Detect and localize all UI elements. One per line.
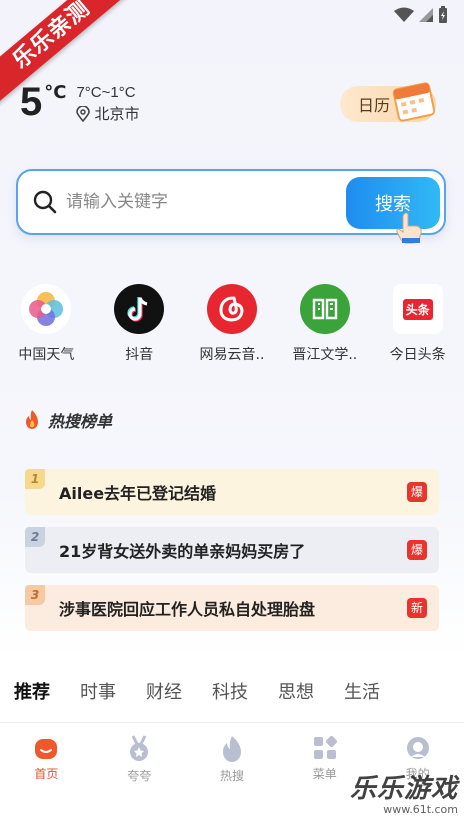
app-jinjiang[interactable]: 晋江文学.. [278,284,371,364]
nav-label: 夸夸 [127,769,152,783]
site-watermark: 乐乐游戏 www.61t.com [350,768,458,816]
search-input[interactable] [66,183,336,221]
signal-icon [419,8,433,22]
tab-finance[interactable]: 财经 [146,678,182,704]
home-icon [35,739,58,759]
battery-icon [439,6,447,23]
weather-widget[interactable]: 5 °C 7°C~1°C 北京市 [20,80,139,124]
hot-search-item[interactable]: 1 Ailee去年已登记结婚 爆 [25,469,439,515]
hot-search-title: 热搜榜单 [48,412,113,431]
hot-tag: 新 [407,598,427,618]
watermark-text: 乐乐游戏 [349,774,458,804]
rank-badge: 1 [25,469,45,489]
tab-technology[interactable]: 科技 [212,678,248,704]
toutiao-badge: 头条 [402,298,433,320]
nav-label: 菜单 [312,767,337,781]
temperature-unit: °C [44,82,67,103]
app-label: 中国天气 [18,347,75,363]
calendar-label: 日历 [358,96,391,115]
nav-hot-search[interactable]: 热搜 [186,723,279,824]
calendar-icon [392,82,436,122]
douyin-icon [114,284,165,334]
profile-icon [406,737,429,759]
tab-thought[interactable]: 思想 [278,678,314,704]
rank-badge: 2 [25,527,45,547]
tab-current-affairs[interactable]: 时事 [80,678,116,704]
nav-home[interactable]: 首页 [0,723,93,824]
nav-label: 热搜 [219,769,244,783]
china-weather-icon [21,284,72,334]
nav-label: 首页 [34,767,59,781]
app-china-weather[interactable]: 中国天气 [0,284,93,364]
app-label: 抖音 [125,347,154,363]
netease-music-icon [206,284,257,334]
hot-search-header: 热搜榜单 [22,408,112,432]
wifi-icon [394,7,414,22]
hot-search-item[interactable]: 3 涉事医院回应工作人员私自处理胎盘 新 [25,585,439,631]
app-label: 网易云音.. [199,347,265,363]
hot-search-text: Ailee去年已登记结婚 [59,484,217,503]
hot-search-text: 21岁背女送外卖的单亲妈妈买房了 [59,542,306,561]
app-netease-music[interactable]: 网易云音.. [186,284,279,364]
nav-kuakua[interactable]: 夸夸 [93,723,186,824]
tap-hand-icon [396,212,422,244]
hot-search-list: 1 Ailee去年已登记结婚 爆 2 21岁背女送外卖的单亲妈妈买房了 爆 3 … [25,469,439,643]
jinjiang-icon [299,284,350,334]
search-bar: 搜索 [16,169,446,235]
calendar-button[interactable]: 日历 [340,82,436,122]
location-pin-icon [76,105,91,122]
hot-tag: 爆 [407,540,427,560]
tab-life[interactable]: 生活 [344,678,380,704]
search-icon [33,190,57,214]
category-tabs: 推荐 时事 财经 科技 思想 生活 [0,660,464,722]
app-douyin[interactable]: 抖音 [93,284,186,364]
grid-menu-icon [313,735,337,759]
medal-icon [130,735,149,761]
hot-tag: 爆 [407,482,427,502]
location: 北京市 [76,103,139,124]
temperature-range: 7°C~1°C [76,84,136,101]
tab-recommend[interactable]: 推荐 [14,678,50,704]
quick-apps: 中国天气 抖音 网易云音.. 晋江文学.. 头条 今日头条 [0,284,464,364]
app-label: 晋江文学.. [292,347,358,363]
toutiao-icon: 头条 [392,284,443,334]
hot-search-text: 涉事医院回应工作人员私自处理胎盘 [59,600,316,619]
rank-badge: 3 [25,585,45,605]
app-toutiao[interactable]: 头条 今日头条 [371,284,464,364]
flame-icon [26,410,38,429]
flame-icon [222,736,241,762]
hot-search-item[interactable]: 2 21岁背女送外卖的单亲妈妈买房了 爆 [25,527,439,573]
app-label: 今日头条 [389,347,446,363]
status-bar [394,6,448,24]
city-name: 北京市 [94,105,140,123]
temperature: 5 [20,80,43,124]
